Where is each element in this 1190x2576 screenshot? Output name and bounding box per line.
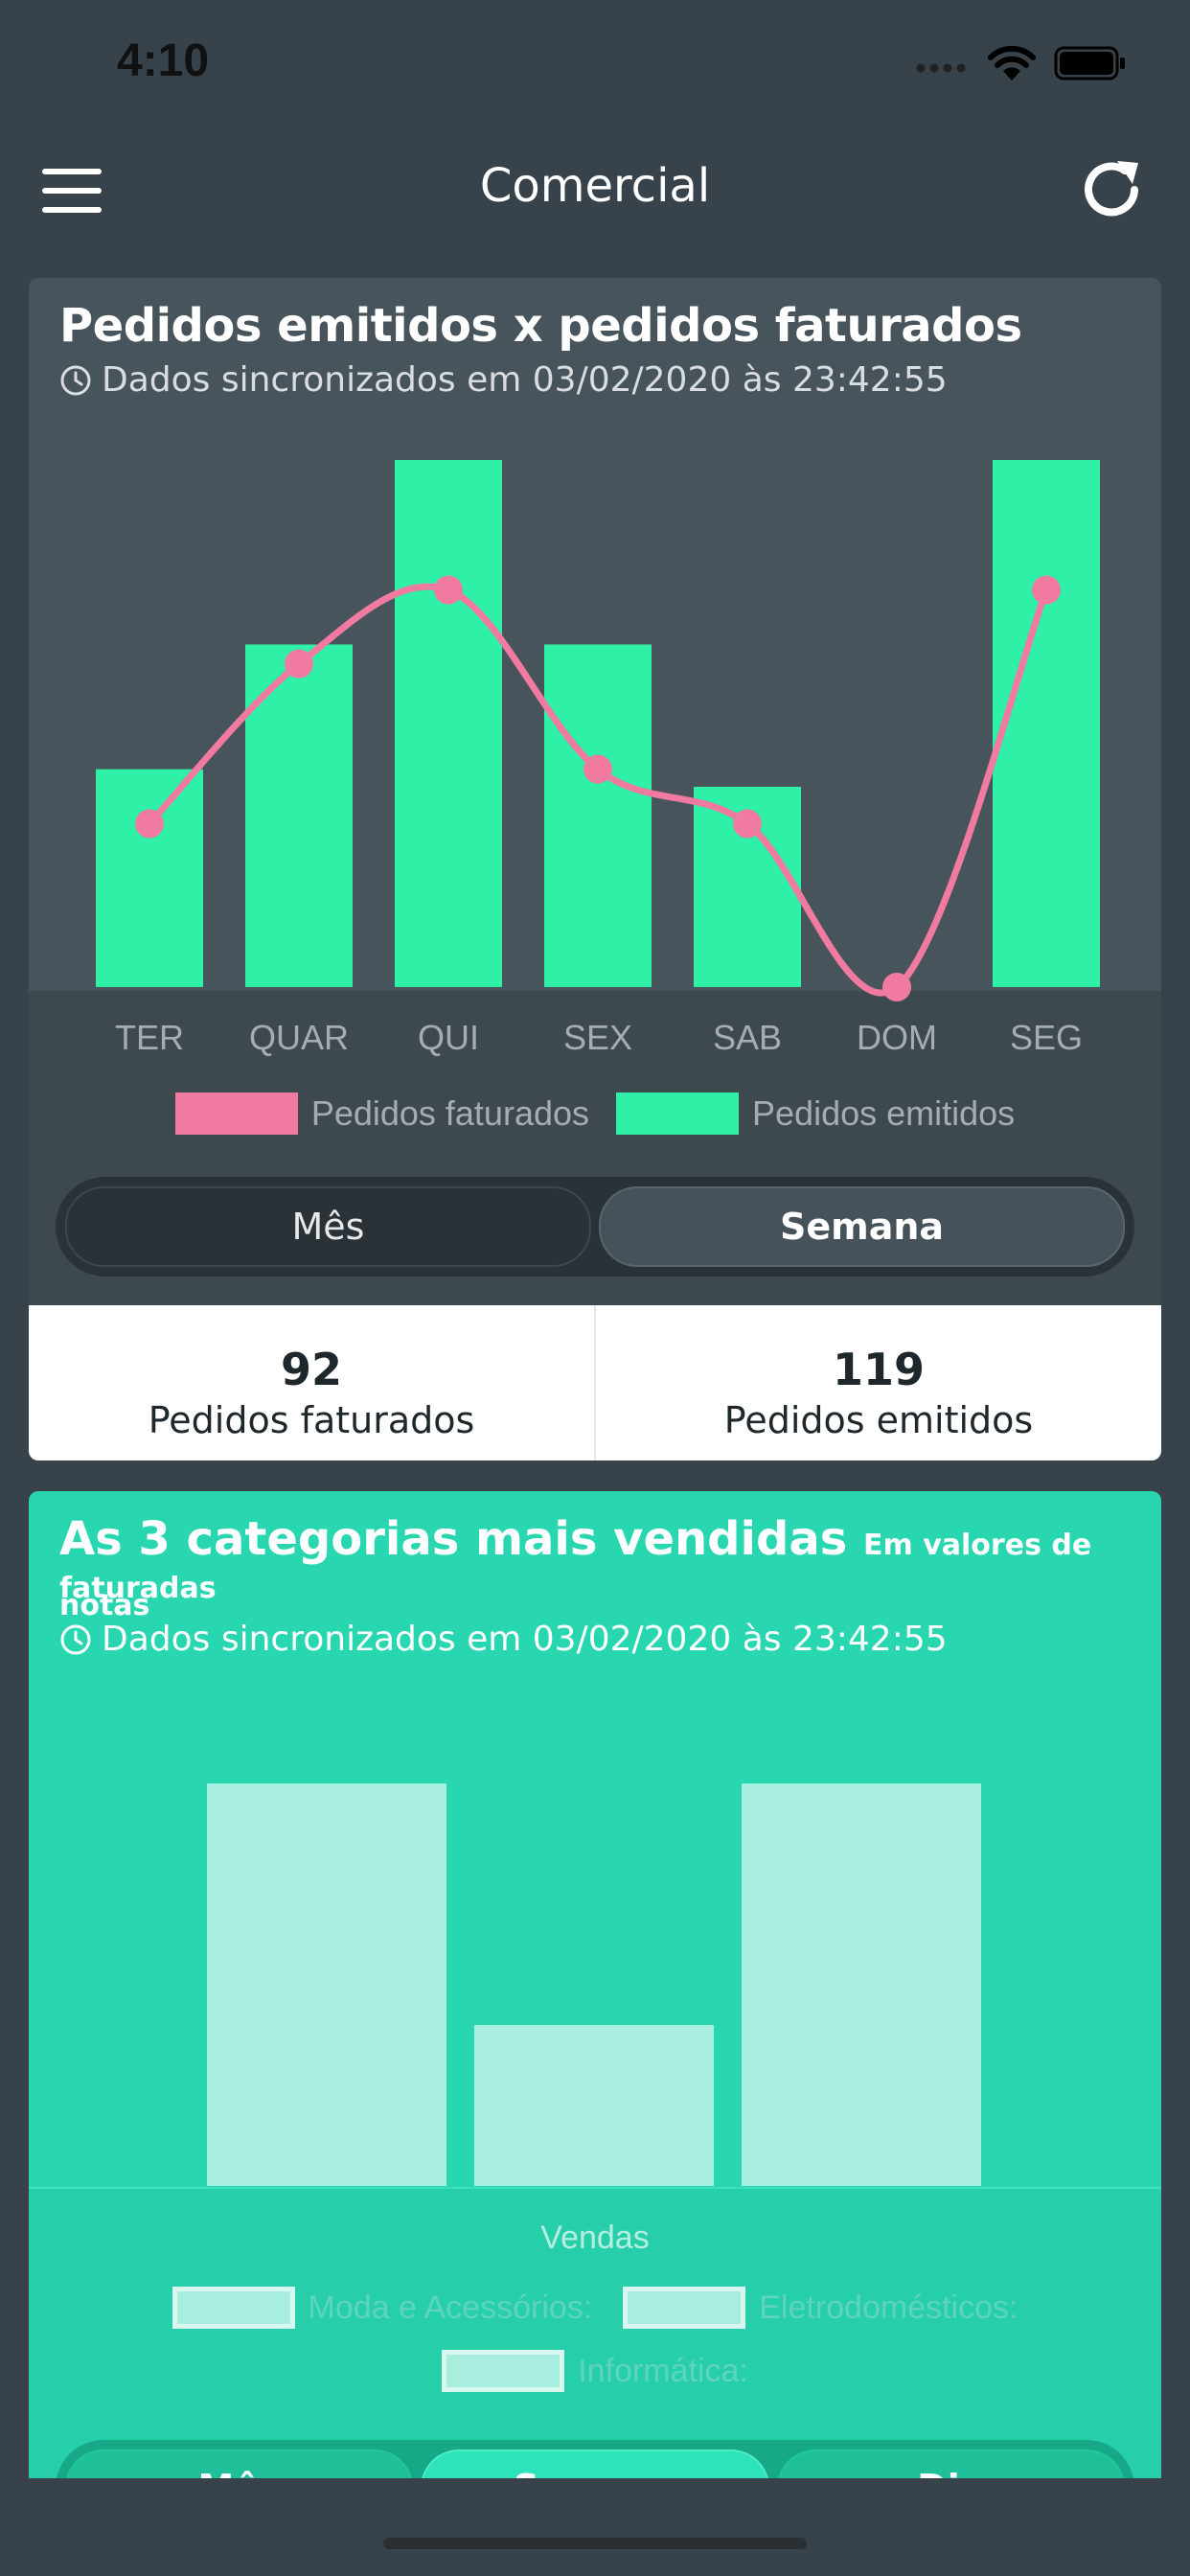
segment-week-button[interactable]: Semana bbox=[599, 1186, 1125, 1267]
legend-label-moda: Moda e Acessórios: bbox=[308, 2288, 593, 2326]
summary-faturados-label: Pedidos faturados bbox=[148, 1399, 475, 1441]
wifi-icon bbox=[988, 45, 1036, 80]
x-tick-SEG: SEG bbox=[1010, 1018, 1083, 1057]
point-faturados-SEG bbox=[1032, 575, 1061, 605]
orders-summary: 92 Pedidos faturados 119 Pedidos emitido… bbox=[29, 1305, 1161, 1460]
segment2-month-button[interactable]: Mês bbox=[65, 2450, 414, 2478]
summary-emitidos-value: 119 bbox=[832, 1344, 926, 1395]
legend-swatch-eletro bbox=[623, 2287, 746, 2329]
bar-emitidos-TER bbox=[96, 769, 203, 987]
legend-item-eletro: Eletrodomésticos: bbox=[623, 2287, 1018, 2329]
status-time: 4:10 bbox=[117, 35, 210, 86]
x-tick-DOM: DOM bbox=[857, 1018, 937, 1057]
refresh-icon[interactable] bbox=[1075, 153, 1148, 226]
bar-emitidos-SEX bbox=[544, 644, 652, 987]
legend-label-eletro: Eletrodomésticos: bbox=[759, 2288, 1018, 2326]
x-tick-QUI: QUI bbox=[418, 1018, 479, 1057]
segment-month-button[interactable]: Mês bbox=[65, 1186, 591, 1267]
legend-item-faturados: Pedidos faturados bbox=[174, 1092, 590, 1135]
legend-swatch-faturados bbox=[174, 1092, 298, 1135]
x-tick-TER: TER bbox=[115, 1018, 184, 1057]
categories-chart bbox=[207, 1783, 981, 2186]
point-faturados-SEX bbox=[584, 754, 612, 784]
summary-faturados-value: 92 bbox=[280, 1344, 342, 1395]
bar-emitidos-QUI bbox=[395, 460, 502, 987]
categories-legend: Moda e Acessórios: Eletrodomésticos: Inf… bbox=[86, 2287, 1104, 2392]
summary-faturados: 92 Pedidos faturados bbox=[29, 1305, 594, 1460]
bottom-safe-area bbox=[0, 2478, 1190, 2576]
categories-period-selector: Mês Semana Dia bbox=[56, 2440, 1134, 2478]
bar-category-1 bbox=[474, 2025, 714, 2186]
point-faturados-QUAR bbox=[285, 649, 313, 678]
home-indicator bbox=[383, 2538, 807, 2549]
segment2-week-button[interactable]: Semana bbox=[421, 2450, 769, 2478]
bar-category-0 bbox=[207, 1783, 446, 2186]
point-faturados-SAB bbox=[733, 809, 762, 839]
bar-emitidos-SEG bbox=[993, 460, 1100, 987]
point-faturados-TER bbox=[135, 809, 164, 839]
legend-label-emitidos: Pedidos emitidos bbox=[752, 1093, 1016, 1133]
battery-icon bbox=[1054, 46, 1125, 80]
legend-label-informatica: Informática: bbox=[578, 2352, 748, 2389]
summary-emitidos-label: Pedidos emitidos bbox=[723, 1399, 1034, 1441]
legend-item-emitidos: Pedidos emitidos bbox=[616, 1092, 1015, 1135]
top-categories-card: As 3 categorias mais vendidas Em valores… bbox=[29, 1491, 1161, 2478]
x-tick-SAB: SAB bbox=[713, 1018, 782, 1057]
period-selector: Mês Semana bbox=[56, 1177, 1134, 1276]
legend-label-faturados: Pedidos faturados bbox=[310, 1093, 590, 1133]
point-faturados-DOM bbox=[882, 973, 911, 1001]
summary-emitidos: 119 Pedidos emitidos bbox=[594, 1305, 1161, 1460]
segment2-day-button[interactable]: Dia bbox=[776, 2450, 1125, 2478]
chart2-xlabel: Vendas bbox=[540, 2220, 650, 2256]
status-bar: 4:10 bbox=[0, 0, 1190, 126]
point-faturados-QUI bbox=[434, 575, 463, 605]
legend-swatch-moda bbox=[172, 2287, 295, 2329]
orders-card: Pedidos emitidos x pedidos faturados Dad… bbox=[29, 278, 1161, 1460]
bar-category-2 bbox=[742, 1783, 981, 2186]
orders-chart: TER QUAR QUI SEX SAB DOM SEG bbox=[96, 460, 1100, 1057]
x-tick-SEX: SEX bbox=[563, 1018, 632, 1057]
page-title: Comercial bbox=[479, 159, 711, 213]
x-tick-QUAR: QUAR bbox=[249, 1018, 349, 1057]
legend-swatch-informatica bbox=[442, 2350, 565, 2392]
orders-chart-legend: Pedidos faturados Pedidos emitidos bbox=[29, 1092, 1161, 1135]
signal-icon bbox=[916, 63, 966, 73]
legend-item-moda: Moda e Acessórios: bbox=[172, 2287, 593, 2329]
legend-item-informatica: Informática: bbox=[442, 2350, 748, 2392]
nav-bar: Comercial bbox=[0, 126, 1190, 251]
legend-swatch-emitidos bbox=[616, 1092, 740, 1135]
